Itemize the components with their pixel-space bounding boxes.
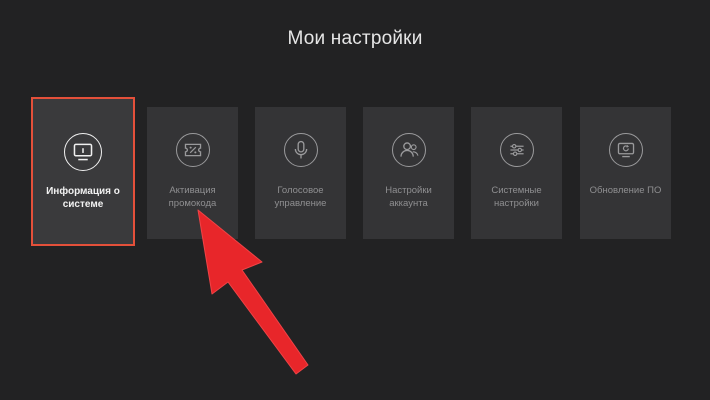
tile-label: Голосовое управление: [274, 185, 327, 209]
info-monitor-icon: [64, 133, 102, 171]
sliders-icon: [499, 133, 534, 167]
tile-label: Настройки аккаунта: [385, 185, 432, 209]
update-monitor-icon: [608, 133, 643, 167]
tile-label: Обновление ПО: [589, 185, 662, 196]
tile-system-settings[interactable]: Системные настройки: [471, 107, 562, 239]
tile-label: Активация промокода: [168, 185, 217, 209]
tile-system-info[interactable]: Информация о системе: [31, 97, 135, 246]
page-title: Мои настройки: [287, 28, 423, 49]
tile-voice-control[interactable]: Голосовое управление: [255, 107, 346, 239]
tile-label: Информация о системе: [46, 186, 120, 210]
promo-ticket-icon: [175, 133, 210, 167]
microphone-icon: [283, 133, 318, 167]
account-users-icon: [391, 133, 426, 167]
tile-software-update[interactable]: Обновление ПО: [580, 107, 671, 239]
tile-label: Системные настройки: [491, 185, 542, 209]
tile-account-settings[interactable]: Настройки аккаунта: [363, 107, 454, 239]
tile-promo-activation[interactable]: Активация промокода: [147, 107, 238, 239]
